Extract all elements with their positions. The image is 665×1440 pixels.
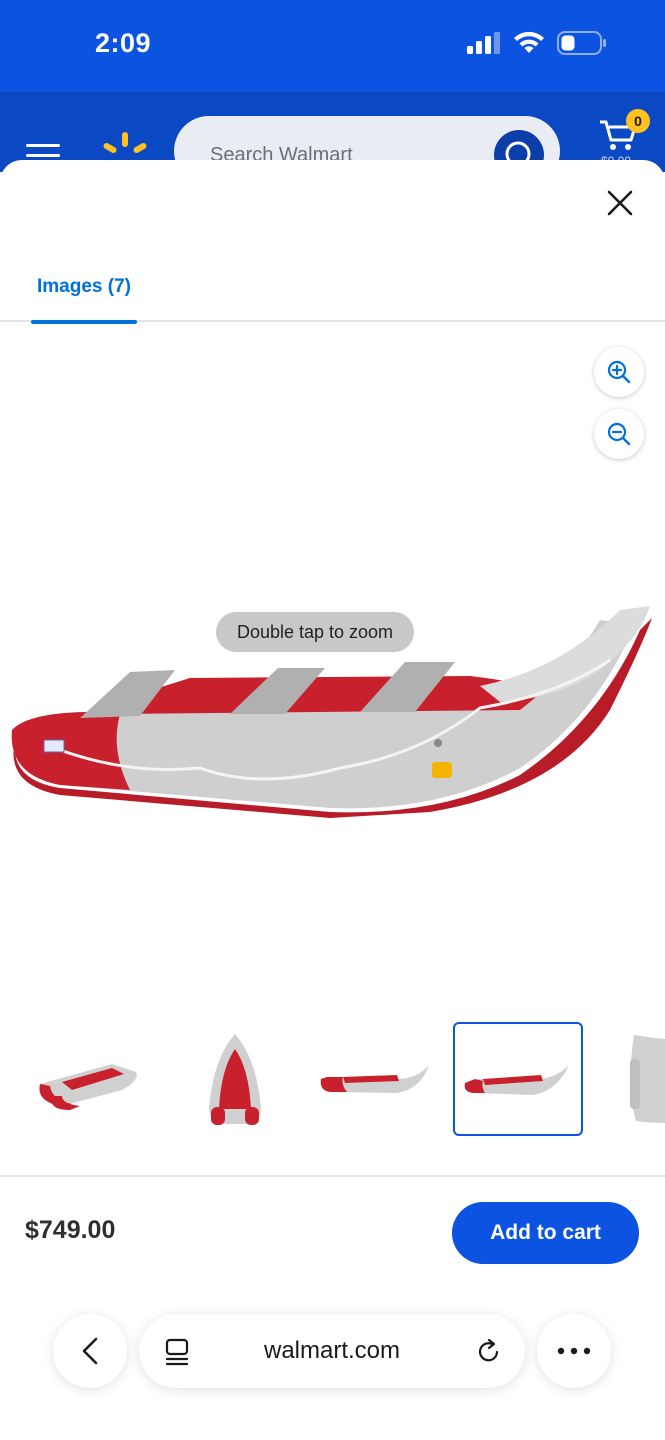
thumbnail-image bbox=[320, 1065, 429, 1093]
tab-bar: Images (7) bbox=[0, 260, 665, 324]
thumbnail-3[interactable] bbox=[310, 1022, 440, 1136]
add-to-cart-button[interactable]: Add to cart bbox=[452, 1202, 639, 1264]
browser-url: walmart.com bbox=[263, 1337, 401, 1364]
more-options-icon bbox=[557, 1347, 591, 1355]
reload-icon[interactable] bbox=[475, 1337, 503, 1365]
browser-more-button[interactable] bbox=[537, 1314, 611, 1388]
thumbnail-5[interactable] bbox=[620, 1022, 665, 1136]
browser-back-button[interactable] bbox=[53, 1314, 127, 1388]
status-icons bbox=[467, 31, 607, 55]
status-bar: 2:09 bbox=[0, 0, 665, 92]
zoom-out-button[interactable] bbox=[594, 409, 644, 459]
product-price: $749.00 bbox=[25, 1216, 116, 1244]
thumbnail-1[interactable] bbox=[22, 1022, 152, 1136]
cart-count-badge: 0 bbox=[626, 109, 650, 133]
tab-images[interactable]: Images (7) bbox=[31, 260, 137, 324]
wifi-icon bbox=[514, 31, 544, 53]
thumbnail-4[interactable] bbox=[453, 1022, 583, 1136]
close-icon[interactable] bbox=[603, 186, 637, 220]
browser-url-bar[interactable]: walmart.com bbox=[139, 1314, 525, 1388]
chevron-left-icon bbox=[82, 1337, 98, 1365]
thumbnail-image bbox=[630, 1035, 665, 1123]
walmart-spark-logo[interactable] bbox=[103, 132, 147, 162]
tab-images-label: Images (7) bbox=[37, 276, 131, 297]
divider bbox=[0, 1175, 665, 1177]
zoom-out-icon bbox=[607, 422, 631, 446]
thumbnail-image bbox=[464, 1065, 569, 1095]
cellular-signal-icon bbox=[467, 32, 500, 54]
thumbnail-image bbox=[209, 1034, 261, 1125]
thumbnail-2[interactable] bbox=[170, 1022, 300, 1136]
status-time: 2:09 bbox=[95, 28, 152, 58]
zoom-in-icon bbox=[607, 360, 631, 384]
thumbnail-image bbox=[39, 1064, 137, 1110]
zoom-hint: Double tap to zoom bbox=[216, 612, 414, 652]
thumbnail-strip bbox=[0, 1022, 665, 1138]
battery-icon bbox=[557, 31, 606, 55]
zoom-in-button[interactable] bbox=[594, 347, 644, 397]
tab-active-indicator bbox=[31, 320, 137, 324]
